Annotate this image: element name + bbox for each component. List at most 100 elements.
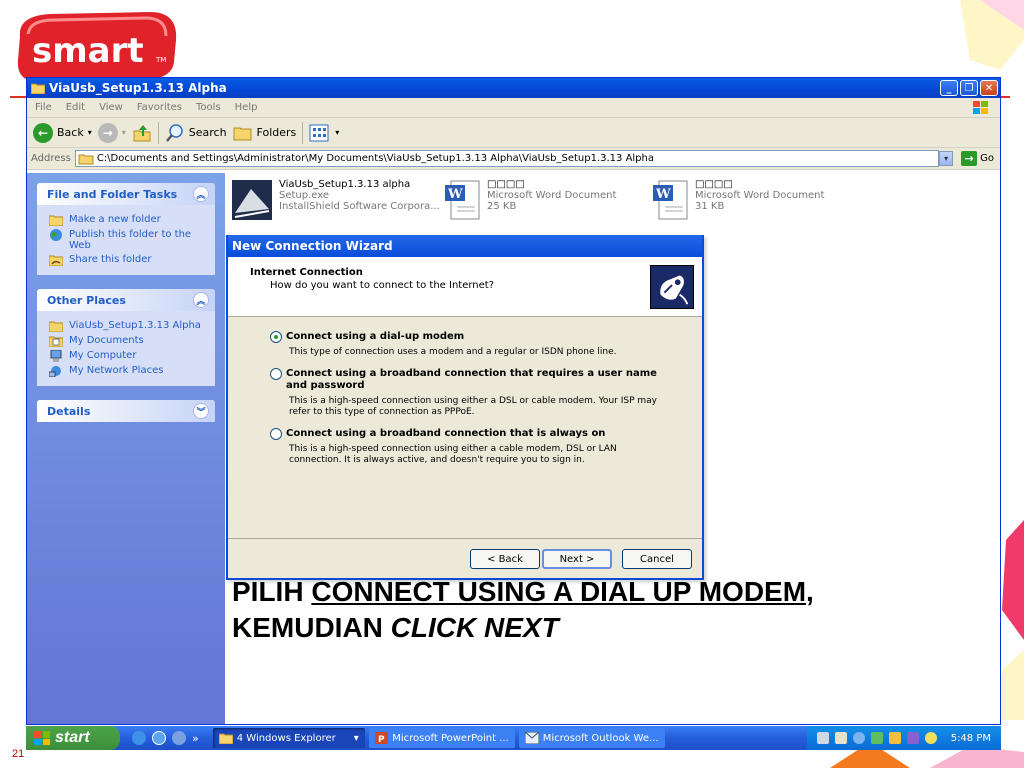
word-document-icon: W [445, 180, 480, 220]
file-name: □□□□ [487, 179, 525, 190]
slide-number: 21 [12, 748, 25, 760]
minimize-button[interactable]: _ [940, 80, 958, 96]
caption-text: KEMUDIAN [232, 612, 391, 643]
option-title[interactable]: Connect using a broadband connection tha… [286, 368, 666, 392]
forward-button[interactable]: → ▾ [97, 122, 126, 143]
file-item-doc-1[interactable]: W □□□□ Microsoft Word Document 25 KB [445, 179, 616, 221]
task-label: 4 Windows Explorer [236, 732, 336, 744]
task-pane: File and Folder Tasks ︽ Make a new folde… [27, 173, 225, 724]
menu-file[interactable]: File [35, 102, 52, 113]
media-player-icon[interactable] [172, 731, 186, 745]
file-size: 31 KB [695, 201, 725, 212]
task-outlook[interactable]: Microsoft Outlook We... [518, 728, 665, 748]
wizard-header: Internet Connection How do you want to c… [228, 257, 702, 317]
restore-button[interactable]: ❐ [960, 80, 978, 96]
go-button[interactable]: → Go [961, 151, 994, 166]
file-size: 25 KB [487, 201, 517, 212]
tray-arrow-icon[interactable] [852, 732, 865, 744]
menu-tools[interactable]: Tools [196, 102, 221, 113]
views-button[interactable]: ▾ [309, 124, 339, 142]
other-places-header[interactable]: Other Places ︽ [37, 289, 215, 311]
tray-notepad-icon[interactable] [834, 732, 847, 744]
radio-broadband-login[interactable] [270, 368, 282, 380]
task-label: Make a new folder [69, 214, 161, 225]
radio-broadband-always-on[interactable] [270, 428, 282, 440]
expand-icon[interactable]: ︾ [193, 403, 209, 419]
address-input[interactable]: C:\Documents and Settings\Administrator\… [74, 150, 940, 167]
cancel-button[interactable]: Cancel [622, 549, 692, 569]
task-windows-explorer[interactable]: 4 Windows Explorer ▾ [212, 728, 365, 748]
go-arrow-icon: → [961, 151, 978, 166]
place-my-network[interactable]: My Network Places [49, 365, 205, 377]
close-button[interactable]: ✕ [980, 80, 998, 96]
word-document-icon: W [653, 180, 688, 220]
back-arrow-icon: ← [33, 122, 53, 143]
search-button[interactable]: Search [165, 123, 227, 143]
installer-icon [232, 180, 272, 220]
clock[interactable]: 5:48 PM [951, 733, 991, 744]
menu-help[interactable]: Help [235, 102, 258, 113]
file-folder-tasks-header[interactable]: File and Folder Tasks ︽ [37, 183, 215, 205]
logo-text: smart [32, 31, 144, 71]
radio-dialup[interactable] [270, 331, 282, 343]
details-panel: Details ︾ [37, 400, 215, 422]
next-button[interactable]: Next > [542, 549, 612, 569]
task-label: Microsoft Outlook We... [542, 732, 659, 744]
folder-icon [78, 154, 94, 164]
outlook-express-icon[interactable] [152, 731, 166, 745]
quick-launch-more-icon[interactable]: » [192, 732, 199, 745]
tray-messenger-icon[interactable] [924, 732, 937, 744]
menu-bar: File Edit View Favorites Tools Help [27, 98, 1000, 118]
back-button[interactable]: ← Back ▾ [33, 122, 92, 143]
start-button[interactable]: start [26, 726, 120, 750]
tray-audio-icon[interactable] [906, 732, 919, 744]
collapse-icon[interactable]: ︽ [193, 292, 209, 308]
menu-view[interactable]: View [99, 102, 123, 113]
option-title[interactable]: Connect using a broadband connection tha… [286, 428, 666, 440]
option-broadband-login: Connect using a broadband connection tha… [270, 368, 702, 418]
smart-logo: smart TM [17, 12, 177, 82]
up-button[interactable] [132, 123, 152, 143]
address-dropdown-button[interactable]: ▾ [939, 151, 954, 166]
task-share-folder[interactable]: Share this folder [49, 254, 205, 266]
place-label: My Computer [69, 350, 137, 361]
folders-button[interactable]: Folders [233, 124, 296, 142]
caption-italic: CLICK NEXT [390, 612, 559, 643]
place-viausb-folder[interactable]: ViaUsb_Setup1.3.13 Alpha [49, 320, 205, 332]
menu-favorites[interactable]: Favorites [137, 102, 182, 113]
file-item-doc-2[interactable]: W □□□□ Microsoft Word Document 31 KB [653, 179, 824, 221]
task-powerpoint[interactable]: P Microsoft PowerPoint ... [368, 728, 515, 748]
file-type: Microsoft Word Document [487, 190, 617, 201]
forward-arrow-icon: → [97, 122, 118, 143]
details-header[interactable]: Details ︾ [37, 400, 215, 422]
file-company: InstallShield Software Corpora... [279, 201, 440, 212]
panel-title: Other Places [47, 293, 126, 307]
chevron-down-icon: ▾ [335, 128, 340, 137]
back-button[interactable]: < Back [470, 549, 540, 569]
file-name: □□□□ [695, 179, 733, 190]
task-label: Publish this folder to the Web [69, 229, 192, 251]
option-description: This is a high-speed connection using ei… [289, 444, 617, 465]
folders-icon [233, 127, 252, 140]
tray-tool-icon[interactable] [816, 732, 829, 744]
place-my-computer[interactable]: My Computer [49, 350, 205, 362]
wizard-titlebar[interactable]: New Connection Wizard [228, 235, 702, 257]
folder-icon [31, 83, 45, 94]
task-publish-web[interactable]: Publish this folder to the Web [49, 229, 205, 251]
file-folder-tasks-panel: File and Folder Tasks ︽ Make a new folde… [37, 183, 215, 275]
window-titlebar[interactable]: ViaUsb_Setup1.3.13 Alpha _ ❐ ✕ [27, 78, 1000, 98]
menu-edit[interactable]: Edit [66, 102, 85, 113]
task-make-folder[interactable]: Make a new folder [49, 214, 205, 226]
place-label: My Documents [69, 335, 144, 346]
place-label: ViaUsb_Setup1.3.13 Alpha [69, 320, 201, 331]
collapse-icon[interactable]: ︽ [193, 186, 209, 202]
caption-text: , [806, 576, 814, 607]
option-dialup: Connect using a dial-up modem This type … [270, 331, 702, 358]
place-my-documents[interactable]: My Documents [49, 335, 205, 347]
internet-explorer-icon[interactable] [132, 731, 146, 745]
tray-network-icon[interactable] [870, 732, 883, 744]
internet-connection-icon [650, 265, 694, 309]
file-item-setup[interactable]: ViaUsb_Setup1.3.13 alpha Setup.exe Insta… [231, 179, 440, 221]
option-title[interactable]: Connect using a dial-up modem [286, 331, 666, 343]
tray-security-icon[interactable] [888, 732, 901, 744]
